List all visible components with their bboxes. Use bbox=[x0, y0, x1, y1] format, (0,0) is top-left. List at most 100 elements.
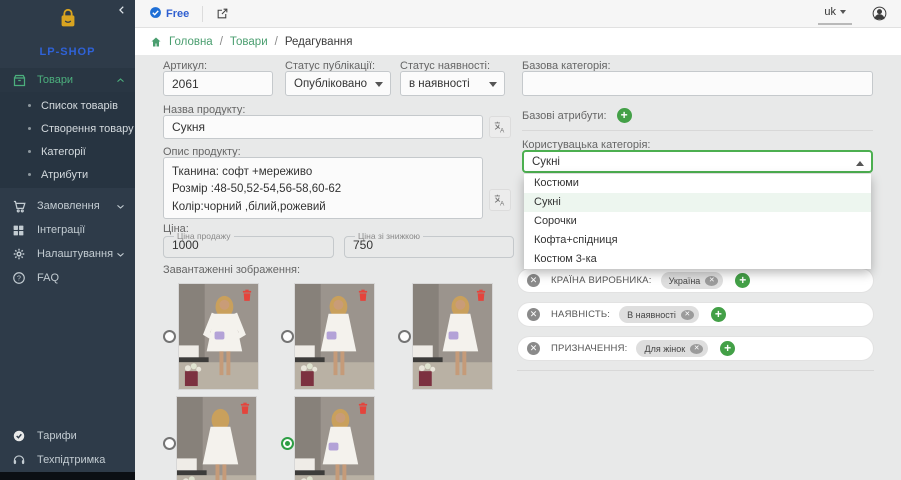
attribute-value: В наявності bbox=[627, 310, 676, 320]
translate-description-button[interactable]: A bbox=[489, 189, 511, 211]
attribute-name: ПРИЗНАЧЕННЯ: bbox=[551, 343, 627, 354]
breadcrumb: Головна / Товари / Редагування bbox=[135, 28, 901, 55]
sidebar-item-product-list[interactable]: Список товарів bbox=[0, 94, 135, 117]
product-name-input[interactable] bbox=[163, 115, 483, 139]
verified-badge-icon bbox=[149, 6, 162, 22]
user-account-icon[interactable] bbox=[872, 6, 887, 21]
dropdown-option[interactable]: Костюм 3-ка bbox=[524, 250, 871, 269]
product-image-2[interactable] bbox=[295, 284, 374, 389]
svg-text:?: ? bbox=[17, 276, 21, 283]
svg-text:A: A bbox=[500, 200, 505, 207]
remove-value-icon[interactable]: ✕ bbox=[705, 276, 718, 286]
sidebar-item-label: Товари bbox=[37, 74, 73, 86]
availability-status-select[interactable]: в наявності bbox=[400, 71, 505, 96]
sidebar-item-support[interactable]: Техпідтримка bbox=[0, 448, 135, 472]
publication-status-value: Опубліковано bbox=[294, 78, 367, 90]
attribute-row-purpose: ✕ ПРИЗНАЧЕННЯ: Для жінок ✕ + bbox=[517, 336, 874, 361]
sidebar-item-attributes[interactable]: Атрибути bbox=[0, 163, 135, 186]
sidebar-header: LP-SHOP bbox=[0, 0, 135, 68]
add-value-button[interactable]: + bbox=[735, 273, 750, 288]
breadcrumb-link-products[interactable]: Товари bbox=[230, 36, 268, 48]
sidebar-bottom-strip bbox=[0, 472, 135, 480]
publication-status-select[interactable]: Опубліковано bbox=[285, 71, 391, 96]
chevron-down-icon bbox=[116, 202, 125, 211]
open-in-new-icon[interactable] bbox=[216, 7, 229, 20]
image-radio-1[interactable] bbox=[163, 330, 176, 343]
shop-bag-logo-icon bbox=[57, 8, 79, 35]
article-input[interactable] bbox=[163, 71, 273, 96]
sidebar-item-tariffs[interactable]: Тарифи bbox=[0, 424, 135, 448]
sidebar-footer: Тарифи Техпідтримка bbox=[0, 424, 135, 472]
uploaded-images-label: Завантаженні зображення: bbox=[163, 264, 300, 276]
grid-icon bbox=[12, 223, 27, 238]
language-selector[interactable]: uk bbox=[818, 3, 852, 25]
divider bbox=[517, 370, 874, 371]
sale-price-value: 1000 bbox=[172, 238, 325, 252]
sidebar-item-product-create[interactable]: Створення товару bbox=[0, 117, 135, 140]
product-image-4[interactable] bbox=[177, 397, 256, 480]
product-image-5[interactable] bbox=[295, 397, 374, 480]
sale-price-field[interactable]: Ціна продажу 1000 bbox=[163, 231, 334, 258]
home-icon[interactable] bbox=[150, 36, 162, 48]
image-radio-3[interactable] bbox=[398, 330, 411, 343]
remove-value-icon[interactable]: ✕ bbox=[681, 310, 694, 320]
sidebar-item-label: Техпідтримка bbox=[37, 454, 105, 466]
sidebar-item-settings[interactable]: Налаштування bbox=[0, 242, 135, 266]
delete-image-icon[interactable] bbox=[358, 289, 368, 302]
submenu-label: Створення товару bbox=[41, 123, 134, 135]
dropdown-option[interactable]: Костюми bbox=[524, 174, 871, 193]
divider bbox=[522, 130, 873, 131]
sidebar-collapse-icon[interactable] bbox=[117, 4, 127, 18]
cart-icon bbox=[12, 199, 27, 214]
delete-image-icon[interactable] bbox=[476, 289, 486, 302]
delete-image-icon[interactable] bbox=[240, 402, 250, 415]
sidebar-item-integrations[interactable]: Інтеграції bbox=[0, 218, 135, 242]
delete-image-icon[interactable] bbox=[358, 402, 368, 415]
custom-category-value: Сукні bbox=[532, 156, 560, 168]
attribute-value: Для жінок bbox=[644, 344, 685, 354]
sidebar-item-orders[interactable]: Замовлення bbox=[0, 194, 135, 218]
translate-name-button[interactable]: A bbox=[489, 116, 511, 138]
sidebar-item-categories[interactable]: Категорії bbox=[0, 140, 135, 163]
attribute-value-chip: Україна ✕ bbox=[661, 272, 724, 289]
badge-check-icon bbox=[12, 429, 27, 444]
sidebar-item-label: Налаштування bbox=[37, 248, 113, 260]
dropdown-option[interactable]: Сукні bbox=[524, 193, 871, 212]
submenu-label: Атрибути bbox=[41, 169, 88, 181]
sidebar-item-products[interactable]: Товари bbox=[0, 68, 135, 92]
attribute-row-country: ✕ КРАЇНА ВИРОБНИКА: Україна ✕ + bbox=[517, 268, 874, 293]
description-textarea[interactable]: Тканина: софт +мереживо Розмір :48-50,52… bbox=[163, 157, 483, 219]
plan-badge[interactable]: Free bbox=[149, 6, 189, 22]
delete-image-icon[interactable] bbox=[242, 289, 252, 302]
plan-badge-label: Free bbox=[166, 8, 189, 20]
add-base-attribute-button[interactable]: + bbox=[617, 108, 632, 123]
add-value-button[interactable]: + bbox=[711, 307, 726, 322]
custom-category-select[interactable]: Сукні bbox=[522, 150, 873, 173]
sidebar-item-faq[interactable]: ? FAQ bbox=[0, 266, 135, 290]
product-image-3[interactable] bbox=[413, 284, 492, 389]
topbar-separator bbox=[202, 6, 203, 22]
attribute-value-chip: В наявності ✕ bbox=[619, 306, 699, 323]
remove-attribute-icon[interactable]: ✕ bbox=[527, 342, 540, 355]
add-value-button[interactable]: + bbox=[720, 341, 735, 356]
sidebar-item-label: FAQ bbox=[37, 272, 59, 284]
remove-value-icon[interactable]: ✕ bbox=[690, 344, 703, 354]
sidebar-item-label: Замовлення bbox=[37, 200, 100, 212]
remove-attribute-icon[interactable]: ✕ bbox=[527, 274, 540, 287]
dropdown-option[interactable]: Кофта+спідниця bbox=[524, 231, 871, 250]
discount-price-field[interactable]: Ціна зі знижкою 750 bbox=[344, 231, 514, 258]
sidebar-item-label: Інтеграції bbox=[37, 224, 85, 236]
breadcrumb-link-home[interactable]: Головна bbox=[169, 36, 213, 48]
remove-attribute-icon[interactable]: ✕ bbox=[527, 308, 540, 321]
products-submenu: Список товарів Створення товару Категорі… bbox=[0, 92, 135, 188]
base-category-input[interactable] bbox=[522, 71, 873, 96]
language-label: uk bbox=[824, 6, 836, 18]
image-radio-5[interactable] bbox=[281, 437, 294, 450]
custom-category-dropdown: Костюми Сукні Сорочки Кофта+спідниця Кос… bbox=[524, 174, 871, 269]
product-image-1[interactable] bbox=[179, 284, 258, 389]
dropdown-option[interactable]: Сорочки bbox=[524, 212, 871, 231]
logo-text: LP-SHOP bbox=[0, 46, 135, 58]
image-radio-2[interactable] bbox=[281, 330, 294, 343]
help-circle-icon: ? bbox=[12, 271, 27, 286]
image-radio-4[interactable] bbox=[163, 437, 176, 450]
